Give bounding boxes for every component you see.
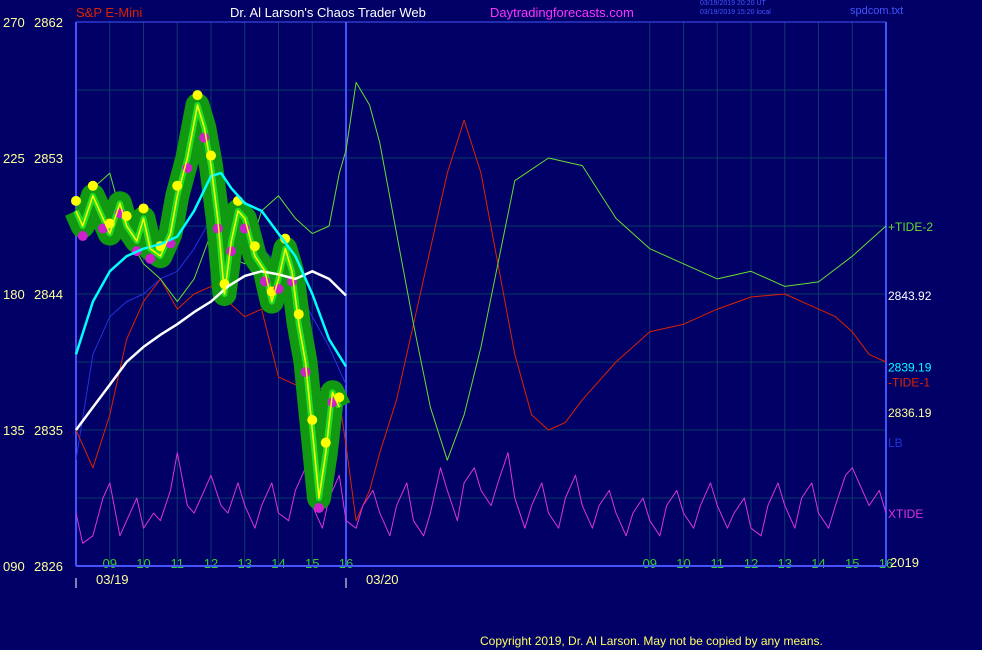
swing-low-dot [226, 246, 237, 257]
year-label: 2019 [890, 555, 919, 570]
swing-high-dot [87, 180, 98, 191]
x-tick-day2: 14 [811, 556, 825, 571]
y-tick-price: 2844 [34, 287, 63, 302]
x-tick-day2: 11 [711, 556, 725, 571]
swing-low-dot [314, 503, 324, 513]
x-tick-day1: 13 [238, 556, 252, 571]
swing-low-dot [199, 132, 210, 143]
swing-high-dot [138, 203, 149, 214]
swing-high-dot [293, 309, 304, 320]
chaos-trader-chart: 090 2826 135 2835 180 2844 225 2853 270 2862 09 10 1… [0, 0, 982, 650]
x-tick-day1: 14 [271, 556, 285, 571]
right-label: LB [888, 436, 903, 450]
swing-high-dot [71, 195, 81, 206]
y-tick-price: 2835 [34, 423, 63, 438]
y-tick-price: 2853 [34, 151, 63, 166]
date-label-day2: 03/20 [366, 572, 399, 587]
copyright-text: Copyright 2019, Dr. Al Larson. May not b… [480, 634, 823, 648]
symbol-label: S&P E-Mini [76, 5, 143, 20]
x-tick-day2: 09 [643, 556, 657, 571]
x-tick-day1: 15 [305, 556, 319, 571]
x-tick-day2: 12 [744, 556, 758, 571]
y-tick-angle: 090 [3, 559, 25, 574]
date-label-day1: 03/19 [96, 572, 129, 587]
chart-title: Dr. Al Larson's Chaos Trader Web [230, 5, 426, 20]
x-tick-day2: 13 [778, 556, 792, 571]
swing-high-dot [192, 90, 203, 101]
right-label: +TIDE-2 [888, 220, 933, 234]
right-label: -TIDE-1 [888, 376, 930, 390]
site-link[interactable]: Daytradingforecasts.com [490, 5, 634, 20]
y-tick-angle: 225 [3, 151, 25, 166]
right-label: XTIDE [888, 507, 923, 521]
x-tick-day1: 09 [103, 556, 117, 571]
swing-low-dot [145, 253, 156, 264]
timestamp-local: 03/19/2019 15:20 local [700, 9, 771, 16]
y-tick-angle: 270 [3, 15, 25, 30]
y-tick-price: 2862 [34, 15, 63, 30]
y-tick-price: 2826 [34, 559, 63, 574]
right-label: 2843.92 [888, 289, 932, 303]
x-tick-day2: 10 [676, 556, 690, 571]
swing-high-dot [206, 150, 216, 161]
y-tick-angle: 180 [3, 287, 25, 302]
swing-high-dot [320, 437, 331, 448]
right-label: 2836.19 [888, 406, 932, 420]
y-tick-angle: 135 [3, 423, 25, 438]
chart-background [0, 0, 982, 650]
right-label: 2839.19 [888, 361, 932, 375]
x-tick-day1: 11 [171, 556, 185, 571]
x-tick-day1: 10 [136, 556, 150, 571]
x-tick-day2: 15 [845, 556, 859, 571]
swing-low-dot [77, 231, 88, 241]
timestamp-ut: 03/19/2019 20:20 UT [700, 0, 766, 7]
x-tick-day1: 12 [204, 556, 218, 571]
file-name: spdcom.txt [850, 5, 904, 17]
